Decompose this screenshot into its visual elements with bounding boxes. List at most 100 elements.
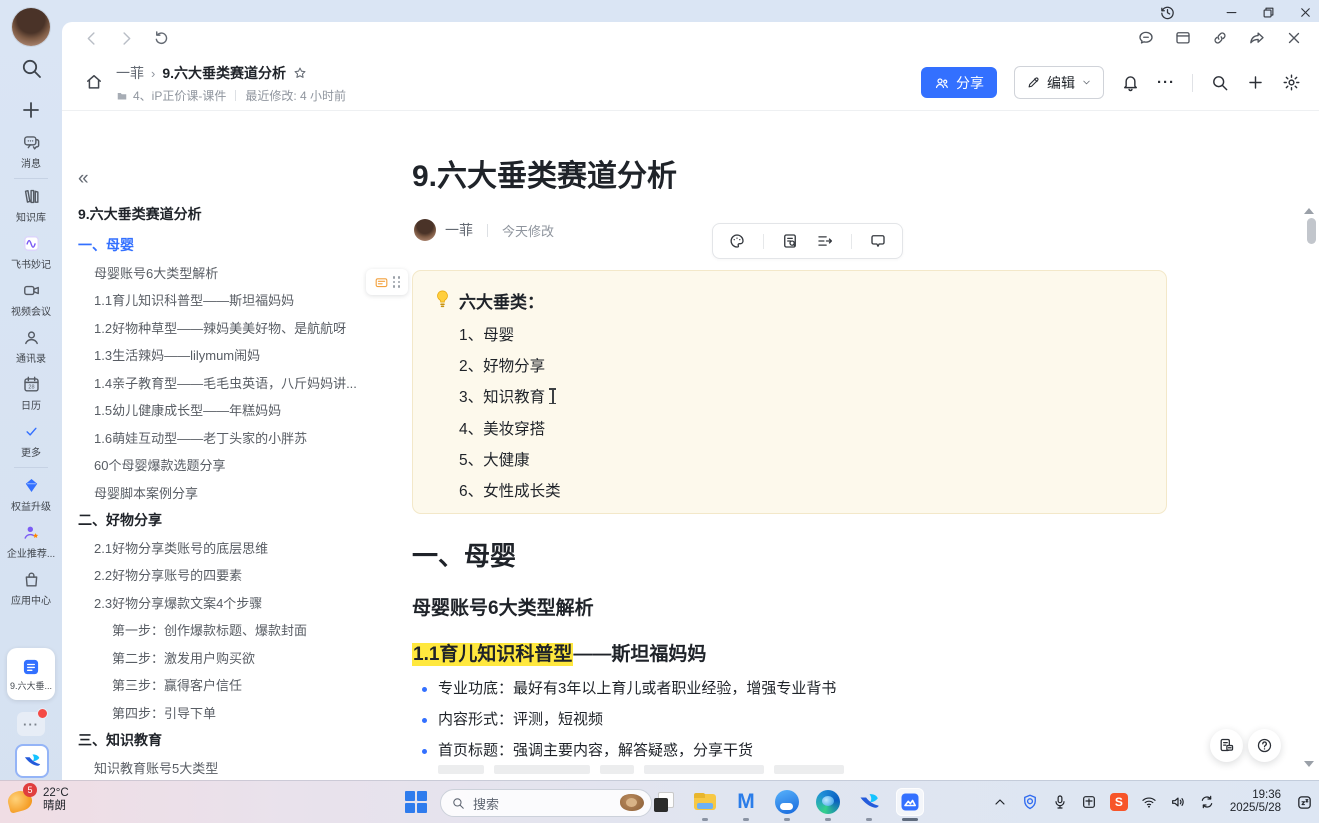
back-icon[interactable] (82, 29, 101, 48)
sidebar-more-tabs[interactable]: ··· (17, 712, 45, 736)
notification-center-icon[interactable] (1296, 794, 1313, 811)
start-button[interactable] (405, 791, 427, 813)
scroll-down-arrow[interactable] (1304, 761, 1314, 767)
doc-title[interactable]: 9.六大垂类赛道分析 (412, 151, 677, 195)
outline-item[interactable]: 一、母婴 (78, 232, 382, 260)
bullet-item[interactable]: 首页标题：强调主要内容，解答疑惑，分享干货 (416, 735, 1156, 766)
outline-item[interactable]: 第四步：引导下单 (78, 700, 382, 728)
outline-arrow-icon[interactable] (816, 232, 834, 250)
refresh-icon[interactable] (152, 29, 171, 48)
panel-icon[interactable] (1174, 29, 1192, 47)
outline-item[interactable]: 第三步：赢得客户信任 (78, 672, 382, 700)
breadcrumb-parent[interactable]: 一菲 (116, 63, 144, 83)
bullet-item[interactable]: 内容形式：评测，短视频 (416, 704, 1156, 735)
close-icon[interactable] (1285, 29, 1303, 47)
outline-doc-title[interactable]: 9.六大垂类赛道分析 (78, 204, 382, 224)
shield-icon[interactable] (1021, 793, 1039, 811)
share-arrow-icon[interactable] (1248, 29, 1266, 47)
callout-list-item[interactable]: 4、美妆穿搭 (459, 414, 561, 445)
otter-image[interactable] (617, 791, 647, 815)
author-name[interactable]: 一菲 (445, 220, 473, 240)
outline-item[interactable]: 1.2好物种草型——辣妈美美好物、是航航呀 (78, 315, 382, 343)
message-icon[interactable] (1137, 29, 1155, 47)
plus-icon[interactable] (1246, 73, 1265, 92)
minimize-icon[interactable] (1224, 5, 1239, 20)
wifi-icon[interactable] (1141, 794, 1157, 810)
sogou-icon[interactable]: S (1110, 793, 1128, 811)
mail-taskbar-icon[interactable]: M (732, 788, 760, 816)
sidebar-item-1[interactable]: 消息 (0, 128, 62, 175)
outline-item[interactable]: 2.1好物分享类账号的底层思维 (78, 535, 382, 563)
outline-item[interactable]: 1.4亲子教育型——毛毛虫英语，八斤妈妈讲... (78, 370, 382, 398)
sidebar-item-4[interactable]: 视频会议 (0, 276, 62, 323)
comment-icon[interactable] (869, 232, 887, 250)
palette-icon[interactable] (728, 232, 746, 250)
task-view-taskbar-icon[interactable] (650, 788, 678, 816)
heading-2[interactable]: 母婴账号6大类型解析 (412, 593, 594, 620)
doc-link-icon[interactable] (781, 232, 799, 250)
callout-title[interactable]: 六大垂类： (459, 288, 544, 313)
sidebar-item-10[interactable]: 应用中心 (0, 565, 62, 612)
outline-item[interactable]: 母婴账号6大类型解析 (78, 260, 382, 288)
home-icon[interactable] (84, 72, 104, 92)
author-avatar[interactable] (414, 219, 436, 241)
edit-button[interactable]: 编辑 (1014, 66, 1104, 99)
outline-item[interactable]: 三、知识教育 (78, 727, 382, 755)
heading-3[interactable]: 1.1育儿知识科普型——斯坦福妈妈 (412, 639, 706, 666)
callout-list-item[interactable]: 1、母婴 (459, 320, 561, 351)
block-hover-toolbar[interactable] (366, 269, 408, 295)
folder-name[interactable]: 4、iP正价课-课件 (133, 87, 226, 104)
help-button[interactable] (1248, 729, 1281, 762)
outline-item[interactable]: 60个母婴爆款选题分享 (78, 452, 382, 480)
plus-icon[interactable] (19, 98, 43, 122)
taskbar-clock[interactable]: 19:36 2025/5/28 (1228, 789, 1283, 816)
feishu-docs-taskbar-icon[interactable] (896, 788, 924, 816)
share-button[interactable]: 分享 (921, 67, 997, 98)
outline-item[interactable]: 二、好物分享 (78, 507, 382, 535)
outline-item[interactable]: 1.1育儿知识科普型——斯坦福妈妈 (78, 287, 382, 315)
outline-item[interactable]: 2.3好物分享爆款文案4个步骤 (78, 590, 382, 618)
outline-item[interactable]: 1.3生活辣妈——lilymum闹妈 (78, 342, 382, 370)
ime-icon[interactable] (1081, 794, 1097, 810)
settings-gear-icon[interactable] (1282, 73, 1301, 92)
bullet-item[interactable]: 专业功底：最好有3年以上育儿或者职业经验，增强专业背书 (416, 673, 1156, 704)
doc-feedback-button[interactable] (1210, 729, 1243, 762)
search-icon[interactable] (19, 56, 43, 80)
file-explorer-taskbar-icon[interactable] (691, 788, 719, 816)
outline-item[interactable]: 知识教育账号5大类型 (78, 755, 382, 781)
outline-item[interactable]: 1.6萌娃互动型——老丁头家的小胖苏 (78, 425, 382, 453)
callout-list-item[interactable]: 2、好物分享 (459, 351, 561, 382)
callout-block[interactable]: 六大垂类： 1、母婴2、好物分享3、知识教育4、美妆穿搭5、大健康6、女性成长类 (412, 270, 1167, 514)
bell-icon[interactable] (1121, 73, 1140, 92)
link-icon[interactable] (1211, 29, 1229, 47)
scroll-up-arrow[interactable] (1304, 208, 1314, 214)
sync-icon[interactable] (1199, 794, 1215, 810)
volume-icon[interactable] (1170, 794, 1186, 810)
callout-list-item[interactable]: 3、知识教育 (459, 382, 561, 413)
user-avatar[interactable] (12, 8, 50, 46)
sidebar-item-5[interactable]: 通讯录 (0, 323, 62, 370)
sidebar-item-6[interactable]: 28日历 (0, 370, 62, 417)
star-icon[interactable] (293, 66, 307, 80)
sidebar-item-9[interactable]: 企业推荐... (0, 518, 62, 565)
sidebar-doc-tab[interactable]: 9.六大垂... (7, 648, 55, 700)
collapse-outline-icon[interactable]: « (78, 169, 382, 188)
more-dots-icon[interactable]: ··· (1157, 74, 1175, 91)
feishu-taskbar-icon[interactable] (855, 788, 883, 816)
drag-handle-icon[interactable] (393, 276, 401, 288)
sidebar-item-7[interactable]: 更多 (0, 417, 62, 464)
callout-list-item[interactable]: 5、大健康 (459, 445, 561, 476)
chevron-up-icon[interactable] (992, 794, 1008, 810)
search-icon[interactable] (1210, 73, 1229, 92)
outline-item[interactable]: 第二步：激发用户购买欲 (78, 645, 382, 673)
sidebar-item-3[interactable]: 飞书妙记 (0, 229, 62, 276)
maximize-icon[interactable] (1261, 5, 1276, 20)
callout-list-item[interactable]: 6、女性成长类 (459, 476, 561, 507)
edge-taskbar-icon[interactable] (814, 788, 842, 816)
mic-icon[interactable] (1052, 794, 1068, 810)
sidebar-item-8[interactable]: 权益升级 (0, 471, 62, 518)
weather-widget[interactable]: 5 22°C 晴朗 (7, 785, 69, 814)
feishu-logo[interactable] (15, 744, 49, 778)
forward-icon[interactable] (117, 29, 136, 48)
outline-item[interactable]: 母婴脚本案例分享 (78, 480, 382, 508)
